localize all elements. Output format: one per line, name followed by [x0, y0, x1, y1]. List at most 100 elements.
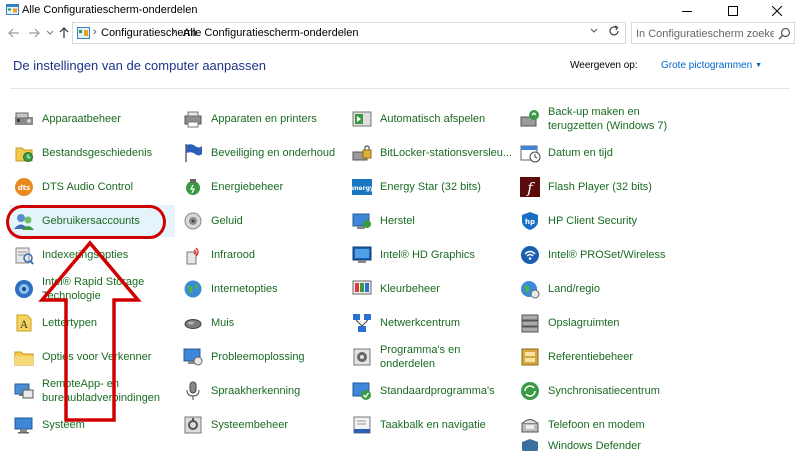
intel-graphics-icon: [352, 246, 372, 263]
item-probleemoplossing[interactable]: Probleemoplossing: [182, 341, 342, 373]
item-taakbalk-en-navigatie[interactable]: Taakbalk en navigatie: [351, 409, 511, 441]
maximize-icon: [728, 5, 738, 16]
minimize-icon: [682, 10, 692, 12]
item-label: DTS Audio Control: [42, 181, 134, 193]
mouse-icon: [184, 319, 202, 329]
item-referentiebeheer[interactable]: Referentiebeheer: [519, 341, 679, 373]
item-kleurbeheer[interactable]: Kleurbeheer: [351, 273, 511, 305]
taskbar-icon: [353, 416, 371, 434]
item-standaardprogrammas[interactable]: Standaardprogramma's: [351, 375, 511, 407]
dts-audio-icon: dts: [15, 178, 33, 196]
refresh-button[interactable]: [608, 25, 620, 40]
item-bestandsgeschiedenis[interactable]: Bestandsgeschiedenis: [13, 137, 173, 169]
header-divider: [10, 88, 790, 89]
svg-text:dts: dts: [18, 184, 31, 192]
item-label: Land/regio: [548, 283, 600, 295]
address-bar[interactable]: › Configuratiescherm › Alle Configuratie…: [72, 22, 626, 44]
infrared-icon: [186, 247, 199, 265]
flash-player-icon: f: [520, 177, 540, 197]
item-muis[interactable]: Muis: [182, 307, 342, 339]
item-programmas-en-onderdelen[interactable]: Programma's en onderdelen: [351, 341, 511, 373]
item-lettertypen[interactable]: A Lettertypen: [13, 307, 173, 339]
item-spraakherkenning[interactable]: Spraakherkenning: [182, 375, 342, 407]
item-bitlocker[interactable]: BitLocker-stationsversleu...: [351, 137, 513, 169]
up-button[interactable]: [56, 25, 72, 41]
backup-restore-icon: [520, 110, 539, 127]
item-label: Automatisch afspelen: [380, 113, 486, 125]
bitlocker-icon: [352, 145, 372, 161]
item-flash-player[interactable]: f Flash Player (32 bits): [519, 171, 679, 203]
item-label: Flash Player (32 bits): [548, 181, 652, 193]
item-label: Opslagruimten: [548, 317, 620, 329]
item-synchronisatiecentrum[interactable]: Synchronisatiecentrum: [519, 375, 679, 407]
chevron-down-icon: [590, 28, 598, 33]
item-windows-defender[interactable]: Windows Defender: [519, 437, 679, 451]
item-label: Apparaten en printers: [211, 113, 317, 125]
item-dts-audio-control[interactable]: dts DTS Audio Control: [13, 171, 173, 203]
item-label: Telefoon en modem: [548, 419, 645, 431]
item-remoteapp[interactable]: RemoteApp- en bureaubladverbindingen: [13, 375, 173, 407]
item-hp-client-security[interactable]: hp HP Client Security: [519, 205, 679, 237]
item-label: Standaardprogramma's: [380, 385, 495, 397]
item-netwerkcentrum[interactable]: Netwerkcentrum: [351, 307, 511, 339]
explorer-options-icon: [14, 351, 34, 366]
item-apparaatbeheer[interactable]: Apparaatbeheer: [13, 103, 173, 135]
item-label: Datum en tijd: [548, 147, 613, 159]
sound-icon: [184, 212, 202, 230]
item-energiebeheer[interactable]: Energiebeheer: [182, 171, 342, 203]
item-label: Intel® PROSet/Wireless: [548, 249, 666, 261]
item-beveiliging-en-onderhoud[interactable]: Beveiliging en onderhoud: [182, 137, 342, 169]
item-label: BitLocker-stationsversleu...: [380, 147, 513, 159]
file-history-icon: [15, 147, 33, 162]
energy-star-icon: energy: [351, 179, 373, 195]
breadcrumb-all-items[interactable]: Alle Configuratiescherm-onderdelen: [183, 27, 358, 39]
item-energy-star[interactable]: energy Energy Star (32 bits): [351, 171, 511, 203]
item-intel-proset-wireless[interactable]: Intel® PROSet/Wireless: [519, 239, 679, 271]
troubleshooting-icon: [183, 348, 203, 366]
item-opslagruimten[interactable]: Opslagruimten: [519, 307, 679, 339]
devices-printers-icon: [184, 111, 202, 128]
view-by-label: Weergeven op:: [570, 60, 638, 71]
item-datum-en-tijd[interactable]: Datum en tijd: [519, 137, 679, 169]
item-indexeringsopties[interactable]: Indexeringsopties: [13, 239, 173, 271]
item-infrarood[interactable]: Infrarood: [182, 239, 342, 271]
close-button[interactable]: [754, 0, 800, 21]
admin-tools-icon: [184, 416, 202, 434]
item-opties-voor-verkenner[interactable]: Opties voor Verkenner: [13, 341, 173, 373]
view-by-dropdown[interactable]: Grote pictogrammen ▼: [661, 60, 762, 71]
item-intel-hd-graphics[interactable]: Intel® HD Graphics: [351, 239, 511, 271]
item-land-regio[interactable]: Land/regio: [519, 273, 679, 305]
item-internetopties[interactable]: Internetopties: [182, 273, 342, 305]
item-intel-rapid-storage[interactable]: Intel® Rapid Storage Technologie: [13, 273, 173, 305]
search-input[interactable]: [636, 26, 774, 41]
title-bar: Alle Configuratiescherm-onderdelen: [0, 0, 800, 21]
item-herstel[interactable]: Herstel: [351, 205, 511, 237]
programs-features-icon: [353, 348, 371, 366]
minimize-button[interactable]: [664, 0, 710, 21]
item-automatisch-afspelen[interactable]: Automatisch afspelen: [351, 103, 511, 135]
item-label: Beveiliging en onderhoud: [211, 147, 336, 159]
breadcrumb-separator: ›: [172, 26, 176, 38]
item-label: Energy Star (32 bits): [380, 181, 481, 193]
item-apparaten-en-printers[interactable]: Apparaten en printers: [182, 103, 342, 135]
forward-button[interactable]: [26, 25, 42, 41]
arrow-up-icon: [59, 27, 69, 38]
search-icon[interactable]: [778, 27, 791, 40]
item-label: Back-up maken en terugzetten (Windows 7): [548, 106, 668, 132]
address-dropdown-button[interactable]: [590, 26, 598, 36]
maximize-button[interactable]: [710, 0, 756, 21]
item-geluid[interactable]: Geluid: [182, 205, 342, 237]
search-box[interactable]: [631, 22, 795, 44]
back-button[interactable]: [6, 25, 22, 41]
power-options-icon: [186, 179, 200, 195]
item-systeembeheer[interactable]: Systeembeheer: [182, 409, 342, 441]
item-back-up-maken[interactable]: Back-up maken en terugzetten (Windows 7): [519, 103, 694, 135]
item-label: Infrarood: [211, 249, 256, 261]
caret-down-icon: ▼: [755, 61, 763, 69]
item-label: Apparaatbeheer: [42, 113, 121, 125]
item-systeem[interactable]: Systeem: [13, 409, 173, 441]
page-title: De instellingen van de computer aanpasse…: [13, 58, 266, 73]
svg-text:hp: hp: [525, 218, 535, 226]
sync-center-icon: [521, 382, 539, 400]
security-maintenance-icon: [185, 144, 202, 162]
